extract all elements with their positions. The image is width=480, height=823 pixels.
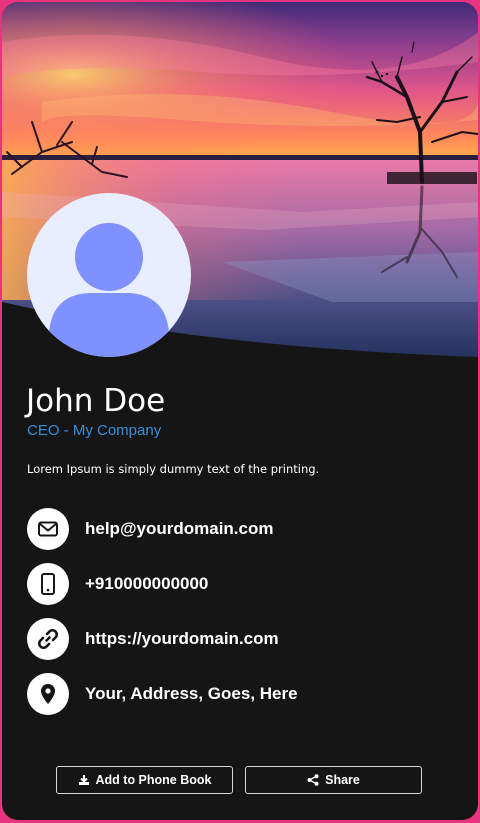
- add-to-phone-book-label: Add to Phone Book: [95, 773, 212, 787]
- share-button[interactable]: Share: [245, 766, 422, 794]
- profile-bio: Lorem Ipsum is simply dummy text of the …: [27, 462, 320, 476]
- contact-email-value: help@yourdomain.com: [85, 519, 274, 538]
- map-pin-icon: [27, 673, 69, 715]
- contact-website[interactable]: https://yourdomain.com: [27, 618, 447, 660]
- contact-phone[interactable]: +910000000000: [27, 563, 447, 605]
- contact-phone-value: +910000000000: [85, 574, 209, 593]
- download-icon: [78, 775, 89, 785]
- mobile-phone-icon: [27, 563, 69, 605]
- envelope-icon: [27, 508, 69, 550]
- profile-title: CEO - My Company: [27, 422, 162, 439]
- contact-email[interactable]: help@yourdomain.com: [27, 508, 447, 550]
- contact-address-value: Your, Address, Goes, Here: [85, 684, 298, 703]
- user-avatar-icon: [49, 223, 169, 357]
- contact-website-value: https://yourdomain.com: [85, 629, 279, 648]
- add-to-phone-book-button[interactable]: Add to Phone Book: [56, 766, 233, 794]
- profile-name: John Doe: [26, 383, 166, 419]
- avatar: [27, 193, 191, 357]
- link-icon: [27, 618, 69, 660]
- contact-address[interactable]: Your, Address, Goes, Here: [27, 673, 447, 715]
- profile-card: John Doe CEO - My Company Lorem Ipsum is…: [2, 2, 478, 820]
- share-icon: [307, 774, 319, 786]
- share-label: Share: [325, 773, 360, 787]
